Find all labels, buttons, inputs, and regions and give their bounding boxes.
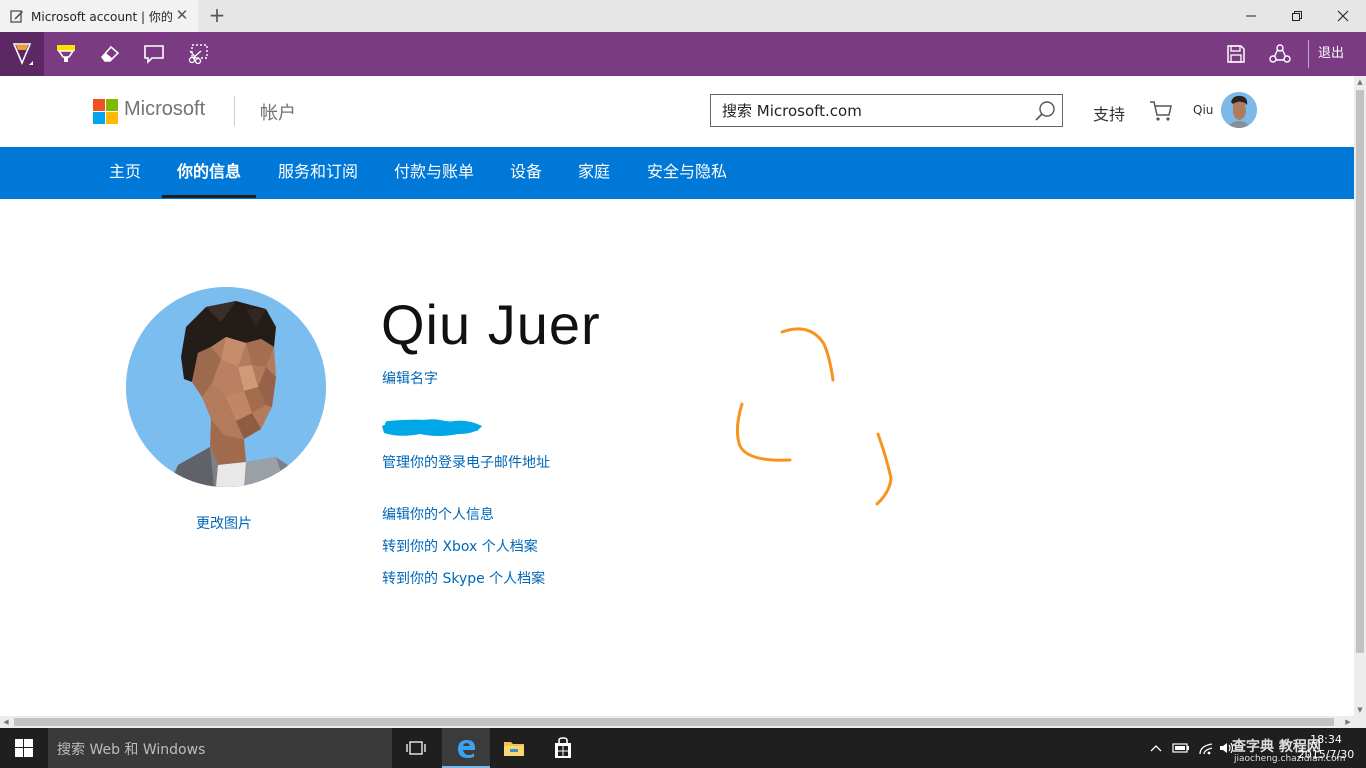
redacted-email-scribble: [382, 419, 482, 436]
clip-icon: [188, 44, 208, 65]
active-tab-indicator: [162, 195, 256, 198]
save-icon: [1227, 45, 1245, 63]
highlighter-tool[interactable]: [44, 32, 88, 76]
taskbar: 搜索 Web 和 Windows 18:34 2015/7/30: [0, 728, 1366, 768]
store-bag-icon: [555, 737, 571, 758]
site-header: Microsoft 帐户 支持 Qiu: [0, 76, 1354, 147]
vertical-scrollbar[interactable]: ▲ ▼: [1354, 76, 1366, 716]
save-web-note-button[interactable]: [1214, 32, 1258, 76]
ink-annotation-strokes: [735, 327, 893, 506]
nav-family[interactable]: 家庭: [578, 147, 610, 199]
typed-note-tool[interactable]: [132, 32, 176, 76]
inking-toolbar: 退出: [0, 32, 1366, 76]
toolbar-divider: [1308, 40, 1309, 68]
share-icon: [1269, 44, 1291, 63]
chevron-up-icon: [1150, 745, 1162, 752]
header-user-name[interactable]: Qiu: [1193, 103, 1213, 117]
horizontal-scroll-thumb[interactable]: [14, 718, 1334, 726]
show-hidden-icons-button[interactable]: [1148, 728, 1164, 768]
store-button[interactable]: [539, 728, 587, 768]
browser-tab[interactable]: Microsoft account | 你的信息 ✕: [0, 0, 198, 32]
skype-profile-link[interactable]: 转到你的 Skype 个人档案: [382, 568, 545, 588]
edit-personal-info-link[interactable]: 编辑你的个人信息: [382, 504, 494, 524]
taskbar-search-box[interactable]: 搜索 Web 和 Windows: [48, 728, 392, 768]
clip-tool[interactable]: [176, 32, 220, 76]
nav-your-info[interactable]: 你的信息: [177, 147, 241, 199]
nav-payment-billing[interactable]: 付款与账单: [394, 147, 474, 199]
file-explorer-button[interactable]: [490, 728, 538, 768]
minimize-icon: [1246, 15, 1256, 17]
restore-icon: [1292, 11, 1302, 21]
minimize-button[interactable]: [1228, 0, 1274, 32]
eraser-tool[interactable]: [88, 32, 132, 76]
support-link[interactable]: 支持: [1093, 101, 1125, 125]
brand-name[interactable]: Microsoft: [124, 98, 205, 121]
horizontal-scrollbar[interactable]: ◀ ▶: [0, 716, 1354, 728]
share-web-note-button[interactable]: [1258, 32, 1302, 76]
account-nav: 主页 你的信息 服务和订阅 付款与账单 设备 家庭 安全与隐私: [0, 147, 1354, 199]
scroll-right-icon[interactable]: ▶: [1342, 716, 1354, 728]
nav-devices[interactable]: 设备: [510, 147, 542, 199]
battery-icon: [1172, 743, 1189, 753]
nav-services-subscriptions[interactable]: 服务和订阅: [278, 147, 358, 199]
edge-taskbar-button[interactable]: [442, 728, 490, 768]
task-view-button[interactable]: [392, 728, 440, 768]
brand-divider: [234, 96, 235, 126]
pen-icon: [12, 43, 33, 66]
scroll-left-icon[interactable]: ◀: [0, 716, 12, 728]
new-tab-button[interactable]: +: [204, 4, 230, 28]
tab-close-icon[interactable]: ✕: [175, 8, 189, 23]
watermark-url: jiaocheng.chazidian.com: [1234, 754, 1346, 764]
tab-title: Microsoft account | 你的信息: [31, 9, 173, 24]
manage-email-link[interactable]: 管理你的登录电子邮件地址: [382, 452, 550, 472]
nav-home[interactable]: 主页: [109, 147, 141, 199]
wifi-icon: [1199, 743, 1213, 755]
profile-name: Qiu Juer: [381, 293, 601, 356]
close-icon: [1337, 10, 1349, 22]
restore-button[interactable]: [1274, 0, 1320, 32]
change-picture-link[interactable]: 更改图片: [196, 513, 252, 533]
search-icon[interactable]: [1034, 100, 1056, 122]
windows-logo-icon: [15, 739, 33, 757]
microsoft-logo-icon[interactable]: [93, 99, 118, 124]
exit-inking-button[interactable]: 退出: [1318, 32, 1344, 76]
nav-security-privacy[interactable]: 安全与隐私: [647, 147, 727, 199]
scroll-down-icon[interactable]: ▼: [1354, 704, 1366, 716]
site-watermark: 查字典 教程网 jiaocheng.chazidian.com: [1232, 736, 1366, 768]
window-controls: [1228, 0, 1366, 32]
note-page-icon: [10, 9, 24, 23]
profile-picture: [126, 287, 326, 487]
scroll-up-icon[interactable]: ▲: [1354, 76, 1366, 88]
folder-icon: [504, 742, 524, 756]
taskbar-search-placeholder: 搜索 Web 和 Windows: [57, 742, 206, 758]
xbox-profile-link[interactable]: 转到你的 Xbox 个人档案: [382, 536, 538, 556]
watermark-title: 查字典 教程网: [1232, 739, 1321, 755]
task-view-icon: [406, 741, 426, 755]
edit-name-link[interactable]: 编辑名字: [382, 368, 438, 388]
eraser-icon: [100, 45, 120, 62]
section-title[interactable]: 帐户: [260, 99, 296, 125]
header-avatar[interactable]: [1221, 92, 1257, 128]
vertical-scroll-thumb[interactable]: [1356, 90, 1364, 653]
title-bar: Microsoft account | 你的信息 ✕ +: [0, 0, 1366, 32]
highlighter-icon: [57, 45, 75, 62]
comment-icon: [144, 45, 164, 64]
ballpoint-pen-tool[interactable]: [0, 32, 44, 76]
battery-button[interactable]: [1170, 728, 1192, 768]
scrollbar-corner: [1354, 716, 1366, 728]
site-search: [710, 94, 1063, 127]
close-window-button[interactable]: [1320, 0, 1366, 32]
edge-icon: [458, 740, 475, 758]
start-button[interactable]: [0, 728, 48, 768]
shopping-cart-icon[interactable]: [1149, 100, 1173, 122]
network-button[interactable]: [1196, 728, 1216, 768]
search-input[interactable]: [711, 95, 1031, 126]
